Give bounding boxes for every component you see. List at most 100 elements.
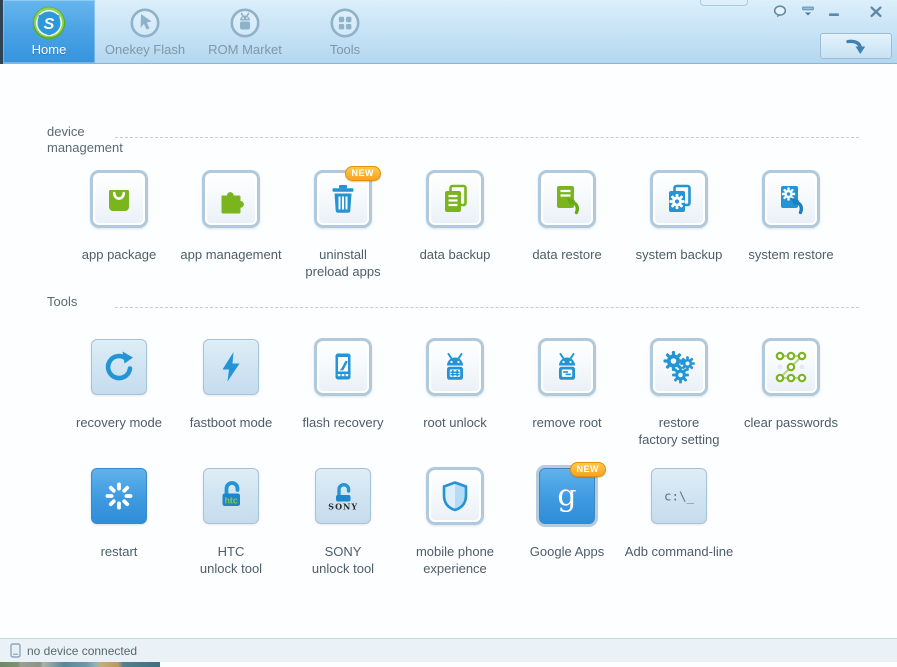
data-backup-tile[interactable] xyxy=(426,170,484,228)
minimize-button[interactable] xyxy=(825,4,843,20)
documents-gear-icon xyxy=(669,184,691,212)
item-data-restore: data restore xyxy=(511,170,623,282)
tile-label: data restore xyxy=(532,247,602,262)
three-gears-icon xyxy=(663,351,695,384)
system-restore-tile[interactable] xyxy=(762,170,820,228)
app-management-tile[interactable] xyxy=(202,170,260,228)
status-bar: no device connected xyxy=(0,638,897,662)
sony-unlock-tool-tile[interactable]: SONY xyxy=(315,468,371,524)
desktop-peek xyxy=(0,662,160,667)
tile-label: system backup xyxy=(635,247,723,262)
google-g-icon: g xyxy=(557,479,576,514)
item-clear-passwords: clear passwords xyxy=(735,338,847,450)
close-button[interactable] xyxy=(867,4,885,20)
tab-home-label: Home xyxy=(31,42,67,57)
data-restore-tile[interactable] xyxy=(538,170,596,228)
fastboot-mode-tile[interactable] xyxy=(203,339,259,395)
adb-command-line-tile[interactable]: c:\_ xyxy=(651,468,707,524)
tile-label: flash recovery xyxy=(302,415,384,430)
cursor-in-circle-icon xyxy=(130,8,160,38)
restore-factory-setting-tile[interactable] xyxy=(650,338,708,396)
section-divider xyxy=(115,307,859,308)
phone-with-pencil-icon xyxy=(335,353,351,380)
command-prompt-text: c:\_ xyxy=(664,489,695,504)
root-unlock-tile[interactable] xyxy=(426,338,484,396)
item-htc-unlock-tool: htc HTC unlock tool xyxy=(175,467,287,579)
documents-stack-icon xyxy=(445,184,467,212)
top-mini-tab xyxy=(700,0,748,6)
bar-down-triangle-icon xyxy=(802,6,814,16)
item-restore-factory-setting: restore factory setting xyxy=(623,338,735,450)
tile-label: app package xyxy=(81,247,157,262)
tile-label: restore factory setting xyxy=(638,415,720,447)
logo-letter: S xyxy=(44,16,55,33)
speech-bubble-icon xyxy=(773,5,787,18)
feedback-button[interactable] xyxy=(771,4,789,20)
item-uninstall-preload-apps: NEW uninstall preload apps xyxy=(287,166,399,282)
spinner-burst-icon xyxy=(105,482,133,510)
tab-home[interactable]: S Home xyxy=(3,0,95,63)
document-gear-return-arrow-icon xyxy=(781,186,804,215)
item-flash-recovery: flash recovery xyxy=(287,338,399,450)
device-management-section-header: device management xyxy=(47,64,859,156)
item-google-apps: NEW g Google Apps xyxy=(511,462,623,579)
tile-label: clear passwords xyxy=(744,415,838,430)
tile-label: mobile phone experience xyxy=(415,544,495,576)
item-remove-root: remove root xyxy=(511,338,623,450)
item-system-backup: system backup xyxy=(623,170,735,282)
tools-section-header: Tools xyxy=(47,294,859,310)
new-badge: NEW xyxy=(569,462,606,477)
remove-root-tile[interactable] xyxy=(538,338,596,396)
tile-label: root unlock xyxy=(423,415,487,430)
device-management-title: device management xyxy=(47,124,123,155)
htc-unlock-tool-tile[interactable]: htc xyxy=(203,468,259,524)
app-window: S Home Onekey Flash ROM Market Tools dev… xyxy=(0,0,897,667)
rollup-button[interactable] xyxy=(799,4,817,20)
tab-tools-label: Tools xyxy=(329,42,361,57)
tab-tools[interactable]: Tools xyxy=(295,0,395,63)
phone-icon xyxy=(10,643,21,658)
bottom-strip xyxy=(0,662,897,667)
restart-tile[interactable] xyxy=(91,468,147,524)
item-root-unlock: root unlock xyxy=(399,338,511,450)
recovery-mode-tile[interactable] xyxy=(91,339,147,395)
trash-can-icon xyxy=(332,185,354,213)
tools-row-1: recovery mode fastboot mode flash recove… xyxy=(0,338,897,450)
tools-row-2: restart htc HTC unlock tool SONY SONY un… xyxy=(0,462,897,579)
shield-icon xyxy=(442,481,468,512)
empty-cell xyxy=(735,467,847,579)
app-package-tile[interactable] xyxy=(90,170,148,228)
status-text: no device connected xyxy=(27,643,138,658)
grid-in-circle-icon xyxy=(330,8,360,38)
item-data-backup: data backup xyxy=(399,170,511,282)
tab-rom-market[interactable]: ROM Market xyxy=(195,0,295,63)
item-sony-unlock-tool: SONY SONY unlock tool xyxy=(287,467,399,579)
google-g-letter: g xyxy=(557,479,576,514)
item-restart: restart xyxy=(63,467,175,579)
system-backup-tile[interactable] xyxy=(650,170,708,228)
document-return-arrow-icon xyxy=(557,186,580,215)
tile-label: recovery mode xyxy=(76,415,162,430)
tile-label: restart xyxy=(100,544,138,559)
flash-recovery-tile[interactable] xyxy=(314,338,372,396)
section-divider xyxy=(115,137,859,138)
mobile-phone-experience-tile[interactable] xyxy=(426,467,484,525)
tile-label: fastboot mode xyxy=(189,415,273,430)
item-adb-command-line: c:\_ Adb command-line xyxy=(623,467,735,579)
tab-onekey-flash-label: Onekey Flash xyxy=(104,42,186,57)
lightning-bolt-icon xyxy=(222,352,240,382)
android-in-circle-icon xyxy=(230,8,260,38)
item-fastboot-mode: fastboot mode xyxy=(175,338,287,450)
item-recovery-mode: recovery mode xyxy=(63,338,175,450)
download-button[interactable] xyxy=(820,33,892,59)
clear-passwords-tile[interactable] xyxy=(762,338,820,396)
new-badge: NEW xyxy=(344,166,381,181)
tile-label: data backup xyxy=(419,247,491,262)
open-padlock-sony-icon: SONY xyxy=(328,483,357,512)
tab-onekey-flash[interactable]: Onekey Flash xyxy=(95,0,195,63)
htc-brand-text: htc xyxy=(224,496,238,506)
uninstall-preload-apps-tile[interactable]: NEW xyxy=(314,166,381,228)
item-mobile-phone-experience: mobile phone experience xyxy=(399,467,511,579)
google-apps-tile[interactable]: NEW g xyxy=(539,462,606,524)
tile-label: HTC unlock tool xyxy=(199,544,263,576)
